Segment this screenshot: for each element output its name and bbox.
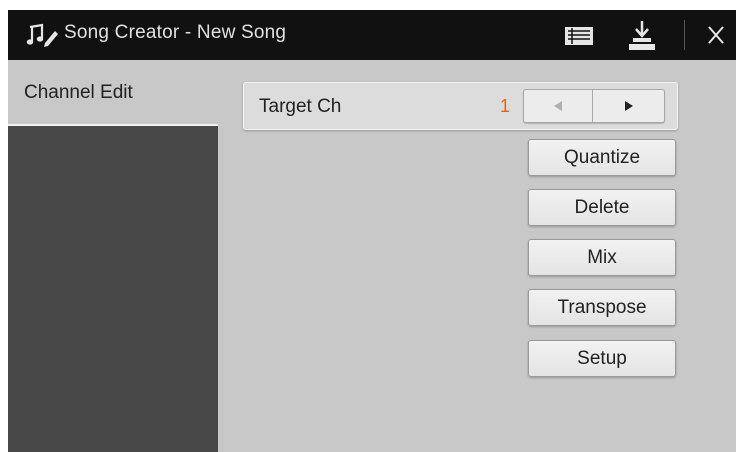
target-ch-value: 1 <box>500 96 511 116</box>
list-icon <box>565 27 593 45</box>
save-download-icon <box>629 21 655 50</box>
target-channel-row: Target Ch 1 <box>243 82 678 130</box>
transpose-button[interactable]: Transpose <box>528 289 676 326</box>
list-button[interactable] <box>560 18 600 52</box>
tab-underline <box>8 124 218 126</box>
music-note-edit-icon <box>26 23 58 47</box>
title-bar: Song Creator - New Song <box>8 10 736 60</box>
mix-button[interactable]: Mix <box>528 239 676 276</box>
save-button[interactable] <box>623 18 661 52</box>
decrement-button[interactable] <box>524 90 593 122</box>
tab-label: Channel Edit <box>24 82 133 103</box>
quantize-button[interactable]: Quantize <box>528 139 676 176</box>
song-creator-window: Song Creator - New Song Channel Edit Tar… <box>8 10 736 452</box>
titlebar-divider <box>684 20 685 50</box>
close-button[interactable] <box>698 18 734 52</box>
close-icon <box>708 26 724 44</box>
window-title: Song Creator - New Song <box>64 22 287 43</box>
sidebar: Channel Edit <box>8 60 218 452</box>
increment-button[interactable] <box>593 90 664 122</box>
target-ch-stepper <box>523 89 665 123</box>
triangle-right-icon <box>624 101 633 111</box>
setup-button[interactable]: Setup <box>528 340 676 377</box>
tab-channel-edit[interactable]: Channel Edit <box>8 60 218 126</box>
delete-button[interactable]: Delete <box>528 189 676 226</box>
triangle-left-icon <box>554 101 562 111</box>
target-ch-label: Target Ch <box>259 96 342 117</box>
